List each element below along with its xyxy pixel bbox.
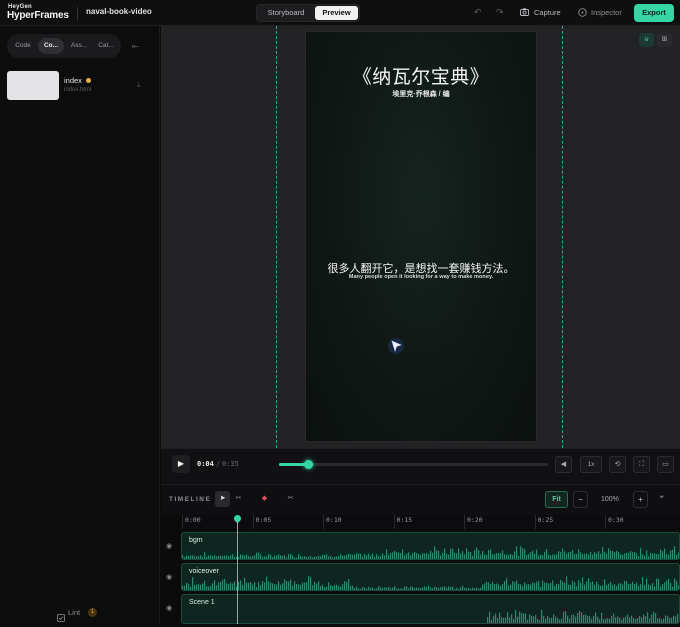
tab-assets[interactable]: Ass... bbox=[66, 38, 92, 54]
tick-mark bbox=[323, 515, 324, 529]
composition-name[interactable]: index bbox=[64, 76, 82, 85]
split-icon[interactable]: ✂ bbox=[283, 491, 298, 507]
composition-thumbnail[interactable] bbox=[7, 71, 59, 100]
time-separator: / bbox=[216, 460, 221, 468]
tick-label: 0:20 bbox=[467, 516, 483, 524]
scrubber-handle[interactable] bbox=[304, 460, 313, 469]
capture-button[interactable]: Capture bbox=[534, 8, 561, 17]
divider bbox=[77, 7, 78, 20]
tick-label: 0:30 bbox=[608, 516, 624, 524]
waveform bbox=[182, 576, 679, 590]
track-label: Scene 1 bbox=[189, 599, 215, 606]
waveform bbox=[487, 609, 679, 623]
loop-icon[interactable]: ⟲ bbox=[609, 456, 626, 473]
track-bgm[interactable]: bgm bbox=[181, 532, 680, 560]
tab-preview[interactable]: Preview bbox=[315, 6, 358, 20]
inspector-button[interactable]: Inspector bbox=[591, 8, 622, 17]
fit-button[interactable]: Fit bbox=[545, 491, 568, 508]
zoom-level: 100% bbox=[601, 496, 619, 503]
tick-mark bbox=[252, 515, 254, 529]
speed-button[interactable]: 1x bbox=[580, 456, 602, 473]
scrubber-track[interactable] bbox=[279, 463, 548, 466]
sidebar-tabs: Code Co... Ass... Cat... bbox=[7, 34, 121, 58]
track-label: voiceover bbox=[189, 568, 219, 575]
tick-label: 0:25 bbox=[537, 516, 554, 524]
current-time: 0:04 bbox=[197, 460, 214, 468]
tick-mark bbox=[464, 515, 465, 529]
volume-icon[interactable]: ◀ bbox=[555, 456, 572, 473]
track-scene-1[interactable]: Scene 1 bbox=[181, 594, 680, 624]
redo-icon[interactable]: ↷ bbox=[496, 7, 504, 18]
cursor-icon bbox=[387, 337, 405, 355]
playhead[interactable] bbox=[237, 520, 238, 624]
tick-label: 0:10 bbox=[326, 516, 342, 524]
collapse-sidebar-icon[interactable]: ⇤ bbox=[132, 42, 139, 51]
tick-mark bbox=[534, 515, 536, 529]
lint-icon bbox=[57, 609, 65, 627]
eye-icon[interactable]: ◉ bbox=[166, 573, 172, 581]
brand-logo[interactable]: HyperFrames bbox=[7, 10, 69, 21]
eye-icon[interactable]: ◉ bbox=[166, 604, 172, 612]
video-title: 《纳瓦尔宝典》 bbox=[352, 66, 490, 88]
waveform bbox=[182, 546, 679, 559]
track-voiceover[interactable]: voiceover bbox=[181, 563, 680, 591]
tab-catalog[interactable]: Cat... bbox=[93, 38, 119, 54]
tick-mark bbox=[393, 515, 395, 529]
camera-icon[interactable] bbox=[520, 8, 529, 18]
sidebar bbox=[0, 26, 160, 624]
tick-mark bbox=[182, 515, 183, 529]
tab-code[interactable]: Code bbox=[10, 38, 36, 54]
tick-label: 0:00 bbox=[185, 516, 201, 524]
unsaved-dot bbox=[86, 78, 91, 83]
fullscreen-icon[interactable]: ⛶ bbox=[633, 456, 650, 473]
tick-label: 0:05 bbox=[255, 516, 272, 524]
project-name[interactable]: naval-book-video bbox=[86, 7, 152, 16]
track-label: bgm bbox=[189, 537, 203, 544]
tick-mark bbox=[605, 515, 606, 529]
tick-label: 0:15 bbox=[396, 516, 413, 524]
video-author: 埃里克·乔根森 / 编 bbox=[392, 91, 450, 98]
view-switcher: Storyboard Preview bbox=[256, 4, 360, 22]
total-time: 0:35 bbox=[222, 460, 239, 468]
subtitle-english: Many people open it looking for a way to… bbox=[348, 274, 494, 280]
download-icon[interactable]: ⤓ bbox=[137, 80, 141, 90]
lint-count-badge: 1 bbox=[88, 608, 97, 617]
tab-storyboard[interactable]: Storyboard bbox=[259, 6, 313, 20]
collapse-timeline-icon[interactable]: ⏷ bbox=[659, 494, 665, 502]
composition-file: index.html bbox=[64, 87, 92, 93]
magnet-icon[interactable]: ⊍ bbox=[639, 33, 654, 47]
select-tool-icon[interactable]: ➤ bbox=[215, 491, 230, 507]
zoom-out-button[interactable]: − bbox=[573, 491, 588, 508]
safe-guide-left bbox=[276, 26, 277, 448]
inspector-icon[interactable] bbox=[578, 8, 587, 19]
grid-icon[interactable]: ⊞ bbox=[657, 33, 672, 47]
safe-guide-right bbox=[562, 26, 563, 448]
razor-tool-icon[interactable]: ✂ bbox=[231, 491, 246, 507]
zoom-in-button[interactable]: + bbox=[633, 491, 648, 508]
export-button[interactable]: Export bbox=[634, 4, 674, 22]
keyframe-icon[interactable]: ◆ bbox=[257, 491, 272, 507]
eye-icon[interactable]: ◉ bbox=[166, 542, 172, 550]
timeline-label: TIMELINE bbox=[169, 496, 212, 503]
tab-compositions[interactable]: Co... bbox=[38, 38, 64, 54]
undo-icon[interactable]: ↶ bbox=[474, 7, 482, 18]
lint-label[interactable]: Lint bbox=[68, 608, 80, 617]
play-button[interactable]: ▶ bbox=[172, 455, 190, 473]
layout-icon[interactable]: ▭ bbox=[657, 456, 674, 473]
